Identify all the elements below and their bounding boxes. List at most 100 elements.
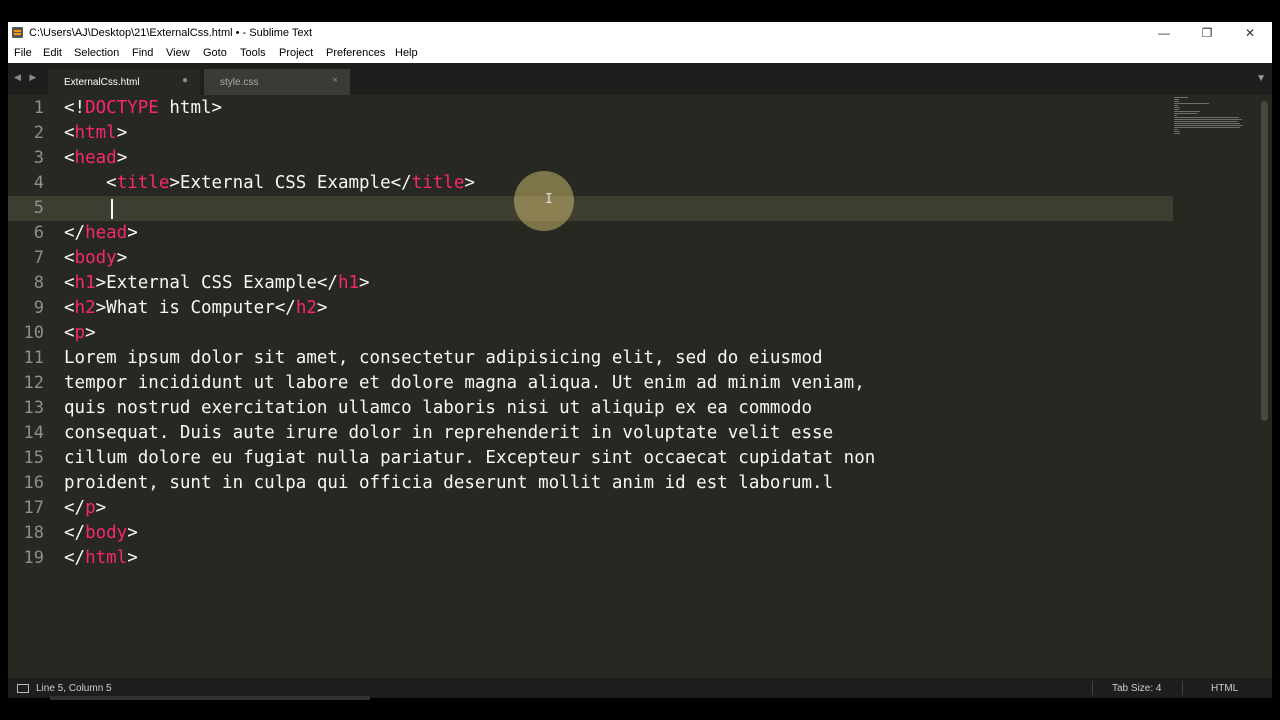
tag-token: body [85,523,128,543]
text-token: </ [64,223,86,243]
line-number: 9 [33,298,44,318]
sublime-text-window: C:\Users\AJ\Desktop\21\ExternalCss.html … [8,22,1272,698]
tag-token: head [85,223,128,243]
tab-nav-arrows-icon[interactable]: ◀ ▶ [14,72,39,83]
minimap-line [1174,113,1197,114]
ibeam-cursor-icon: I [545,192,553,207]
title-bar: C:\Users\AJ\Desktop\21\ExternalCss.html … [8,22,1272,44]
menu-edit[interactable]: Edit [43,47,62,59]
code-line: </html> [64,546,138,571]
menu-help[interactable]: Help [395,47,418,59]
text-token: > [359,273,370,293]
text-token: > [316,298,328,318]
restore-icon[interactable]: ❐ [1185,23,1229,43]
status-divider [1182,681,1183,695]
text-token: < [64,323,75,343]
tag-token: h2 [74,298,96,318]
minimap[interactable] [1174,97,1248,137]
tag-token: head [74,148,117,168]
vertical-scrollbar[interactable] [1261,101,1268,421]
line-number: 16 [23,473,44,493]
text-token: </ [64,523,86,543]
tab-list-dropdown-icon[interactable]: ▼ [1256,73,1266,84]
text-token: < [64,123,75,143]
horizontal-scrollbar[interactable] [50,696,370,700]
text-token: > [116,123,128,143]
text-token: > [127,548,138,568]
text-token: > [85,323,96,343]
tag-token: p [85,498,96,518]
menu-goto[interactable]: Goto [203,47,227,59]
code-line: <p> [64,321,96,346]
text-token: > [116,148,128,168]
text-token: > [464,173,475,193]
tag-token: title [116,173,170,193]
menu-selection[interactable]: Selection [74,47,119,59]
tab-style-css[interactable]: style.css × [204,69,350,95]
code-line: consequat. Duis aute irure dolor in repr… [64,421,833,446]
code-line: Lorem ipsum dolor sit amet, consectetur … [64,346,823,371]
line-number: 19 [23,548,44,568]
close-tab-icon[interactable]: × [332,75,338,86]
line-number: 8 [33,273,44,293]
status-divider [1092,681,1093,695]
window-title: C:\Users\AJ\Desktop\21\ExternalCss.html … [29,27,313,39]
line-number: 14 [23,423,44,443]
status-bar: Line 5, Column 5 Tab Size: 4 HTML [8,678,1272,698]
text-token: </ [64,498,86,518]
line-number: 6 [33,223,44,243]
line-number: 10 [23,323,44,343]
minimize-icon[interactable]: — [1142,23,1186,43]
code-line: tempor incididunt ut labore et dolore ma… [64,371,865,396]
menu-project[interactable]: Project [279,47,313,59]
line-number: 2 [33,123,44,143]
tag-token: h1 [337,273,360,293]
menu-bar: File Edit Selection Find View Goto Tools… [8,44,1272,63]
tag-token: html [85,548,128,568]
text-caret [111,199,113,219]
tab-label: style.css [220,77,259,88]
text-token: tempor incididunt ut labore et dolore ma… [64,373,865,393]
text-token: > [95,498,107,518]
minimap-line [1174,101,1179,102]
tag-token: html [74,123,117,143]
code-line: <title>External CSS Example</title> [64,171,475,196]
active-line-highlight [8,196,1173,221]
menu-file[interactable]: File [14,47,32,59]
menu-tools[interactable]: Tools [240,47,266,59]
minimap-line [1174,99,1179,100]
text-token: < [64,248,75,268]
code-line: <head> [64,146,127,171]
minimap-line [1174,97,1188,98]
tab-bar: ◀ ▶ ExternalCss.html ● style.css × ▼ [8,63,1272,95]
text-token: < [64,148,75,168]
text-token: < [64,298,75,318]
close-window-icon[interactable]: ✕ [1228,23,1272,43]
line-number: 15 [23,448,44,468]
panel-toggle-icon[interactable] [17,684,29,693]
minimap-line [1174,121,1238,122]
text-token: >What is Computer</ [95,298,296,318]
modified-dot-icon[interactable]: ● [182,75,188,86]
menu-view[interactable]: View [166,47,190,59]
tag-token: DOCTYPE [85,98,159,118]
tab-size[interactable]: Tab Size: 4 [1112,683,1161,694]
text-token: < [64,173,117,193]
menu-preferences[interactable]: Preferences [326,47,385,59]
code-line: <html> [64,121,127,146]
code-editor[interactable]: 1 2 3 4 5 6 7 8 9 10 11 12 13 14 15 16 17 18 19 <!DOCTYPE … [8,95,1272,679]
minimap-line [1174,103,1209,104]
text-token: consequat. Duis aute irure dolor in repr… [64,423,834,443]
code-line: <h1>External CSS Example</h1> [64,271,370,296]
text-token: >External CSS Example</ [169,173,412,193]
syntax-mode[interactable]: HTML [1211,683,1238,694]
minimap-line [1174,119,1242,120]
text-token: < [64,273,75,293]
minimap-line [1174,105,1178,106]
text-token: > [127,523,138,543]
tag-token: h1 [74,273,96,293]
menu-find[interactable]: Find [132,47,153,59]
tab-externalcss-html[interactable]: ExternalCss.html ● [48,69,200,95]
minimap-line [1174,131,1180,132]
